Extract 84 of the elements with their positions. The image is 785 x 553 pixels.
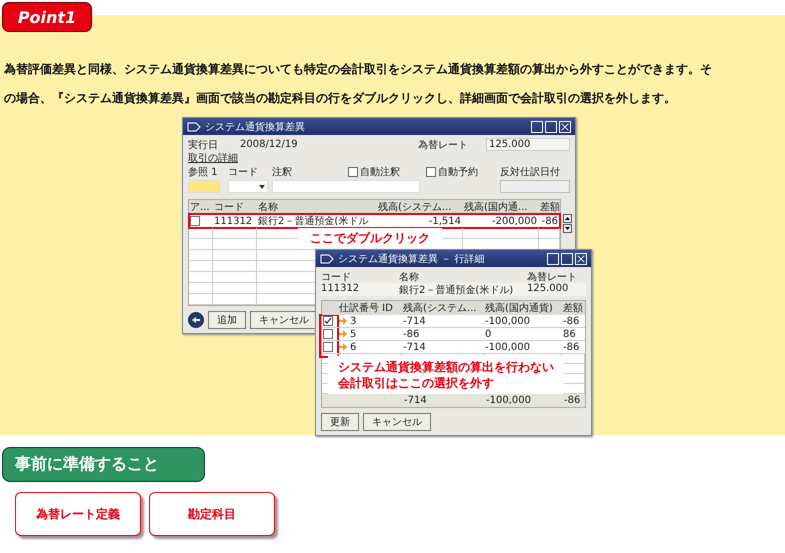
- dialog-button[interactable]: 更新: [321, 413, 359, 431]
- checkbox-label: 自動注釈: [360, 166, 400, 179]
- field-label: コード: [228, 166, 259, 179]
- window-title: システム通貨換算差異 － 行詳細: [338, 252, 484, 266]
- table-cell-text: -1,514: [428, 216, 462, 226]
- total-cell-text: -100,000: [485, 395, 532, 406]
- callout-line: システム通貨換算差額の算出を行わない: [338, 359, 554, 375]
- table-cell-text: 111312: [213, 216, 254, 226]
- checkbox[interactable]: [348, 167, 358, 177]
- close-button[interactable]: [559, 120, 571, 132]
- total-cell-text: -714: [403, 395, 428, 406]
- table-cell-text: -200,000: [491, 216, 538, 226]
- dialog-button[interactable]: キャンセル: [250, 311, 318, 329]
- scroll-down-button[interactable]: [563, 224, 572, 233]
- table-cell-text: 86: [562, 328, 577, 340]
- window-icon: [320, 254, 334, 264]
- table-cell-text: 0: [484, 328, 492, 340]
- column-header: 差額: [539, 200, 560, 214]
- checkbox[interactable]: [323, 328, 333, 339]
- input-field[interactable]: [272, 180, 420, 193]
- dialog-button[interactable]: 追加: [208, 311, 246, 329]
- maximize-button[interactable]: [561, 252, 573, 264]
- close-button[interactable]: [575, 252, 587, 264]
- checkbox[interactable]: [323, 342, 333, 352]
- column-header: 残高(国内通貨): [484, 302, 554, 315]
- section-title: 取引の詳細: [188, 152, 239, 165]
- field-label: 反対仕訳日付: [500, 166, 561, 179]
- column-header: ア...: [189, 201, 211, 214]
- table-cell-text: 銀行2－普通預金(米ドル: [257, 214, 370, 228]
- minimize-button[interactable]: [547, 252, 559, 264]
- field-value: 111312: [321, 283, 360, 296]
- field-value: 銀行2－普通預金(米ドル): [399, 284, 514, 297]
- input-field[interactable]: [500, 180, 570, 193]
- table-cell-text: -86: [540, 216, 559, 226]
- checkbox[interactable]: [190, 216, 200, 226]
- table-cell-text: -714: [402, 342, 427, 352]
- column-header: 差額: [562, 302, 584, 315]
- field-label: 名称: [399, 271, 420, 284]
- table-cell-text: -100,000: [484, 342, 531, 352]
- column-header: 残高(国内通...: [463, 200, 528, 214]
- field-label: 参照 1: [188, 166, 219, 179]
- field-label: 為替レート: [527, 270, 578, 284]
- minimize-button[interactable]: [531, 120, 543, 132]
- column-header: 仕訳番号 ID: [338, 302, 394, 315]
- window-icon: [187, 122, 201, 132]
- total-cell-text: -86: [563, 395, 582, 406]
- field-label: コード: [321, 271, 352, 284]
- section-badge: 事前に準備すること: [2, 447, 205, 482]
- table-cell-text: -714: [402, 316, 427, 326]
- maximize-button[interactable]: [545, 120, 557, 132]
- callout-label: ここでダブルクリック: [298, 228, 442, 248]
- dropdown[interactable]: [228, 180, 268, 193]
- table-cell: 5: [350, 328, 356, 340]
- field-label: 実行日: [188, 138, 218, 152]
- date-value: 2008/12/19: [240, 139, 298, 150]
- checkbox[interactable]: [323, 316, 333, 326]
- column-header: 残高(システム...: [377, 200, 452, 214]
- field-label: 注釈: [272, 166, 293, 179]
- paragraph-line: 為替評価差異と同様、システム通貨換算差異についても特定の会計取引をシステム通貨換算差額の算出から外すことができます。そ: [2, 61, 713, 78]
- input-field[interactable]: [188, 180, 220, 193]
- paragraph-line: の場合、『システム通貨換算差異』画面で該当の勘定科目の行をダブルクリックし、詳細画面で会計取引の選択を外します。: [3, 90, 677, 107]
- column-header: コード: [213, 201, 245, 214]
- point-badge: Point1: [2, 2, 92, 32]
- checkbox[interactable]: [426, 167, 436, 177]
- scroll-up-button[interactable]: [563, 214, 572, 223]
- table-cell-text: -86: [562, 316, 580, 326]
- table-cell-text: -86: [562, 342, 580, 352]
- caret-icon: [259, 185, 265, 189]
- link-button[interactable]: 為替レート定義: [15, 492, 141, 536]
- table-cell: 6: [350, 342, 356, 352]
- table-cell-text: -86: [402, 328, 420, 340]
- table-cell-text: -100,000: [484, 316, 531, 326]
- checkbox-label: 自動予約: [438, 166, 478, 179]
- field-label: 為替レート: [418, 138, 468, 152]
- dialog-button[interactable]: キャンセル: [363, 413, 431, 431]
- table-row[interactable]: 111312 銀行2－普通預金(米ドル -1,514 -200,000 -86: [189, 214, 560, 228]
- callout-line: 会計取引はここの選択を外す: [338, 375, 495, 391]
- column-header: 残高(システム...: [402, 302, 478, 315]
- column-header: 名称: [257, 201, 279, 214]
- window-title: システム通貨換算差異: [205, 120, 305, 134]
- table-cell: 3: [350, 316, 356, 326]
- rate-field[interactable]: 125.000: [486, 138, 570, 151]
- link-button[interactable]: 勘定科目: [149, 492, 275, 536]
- field-value: 125.000: [527, 283, 570, 296]
